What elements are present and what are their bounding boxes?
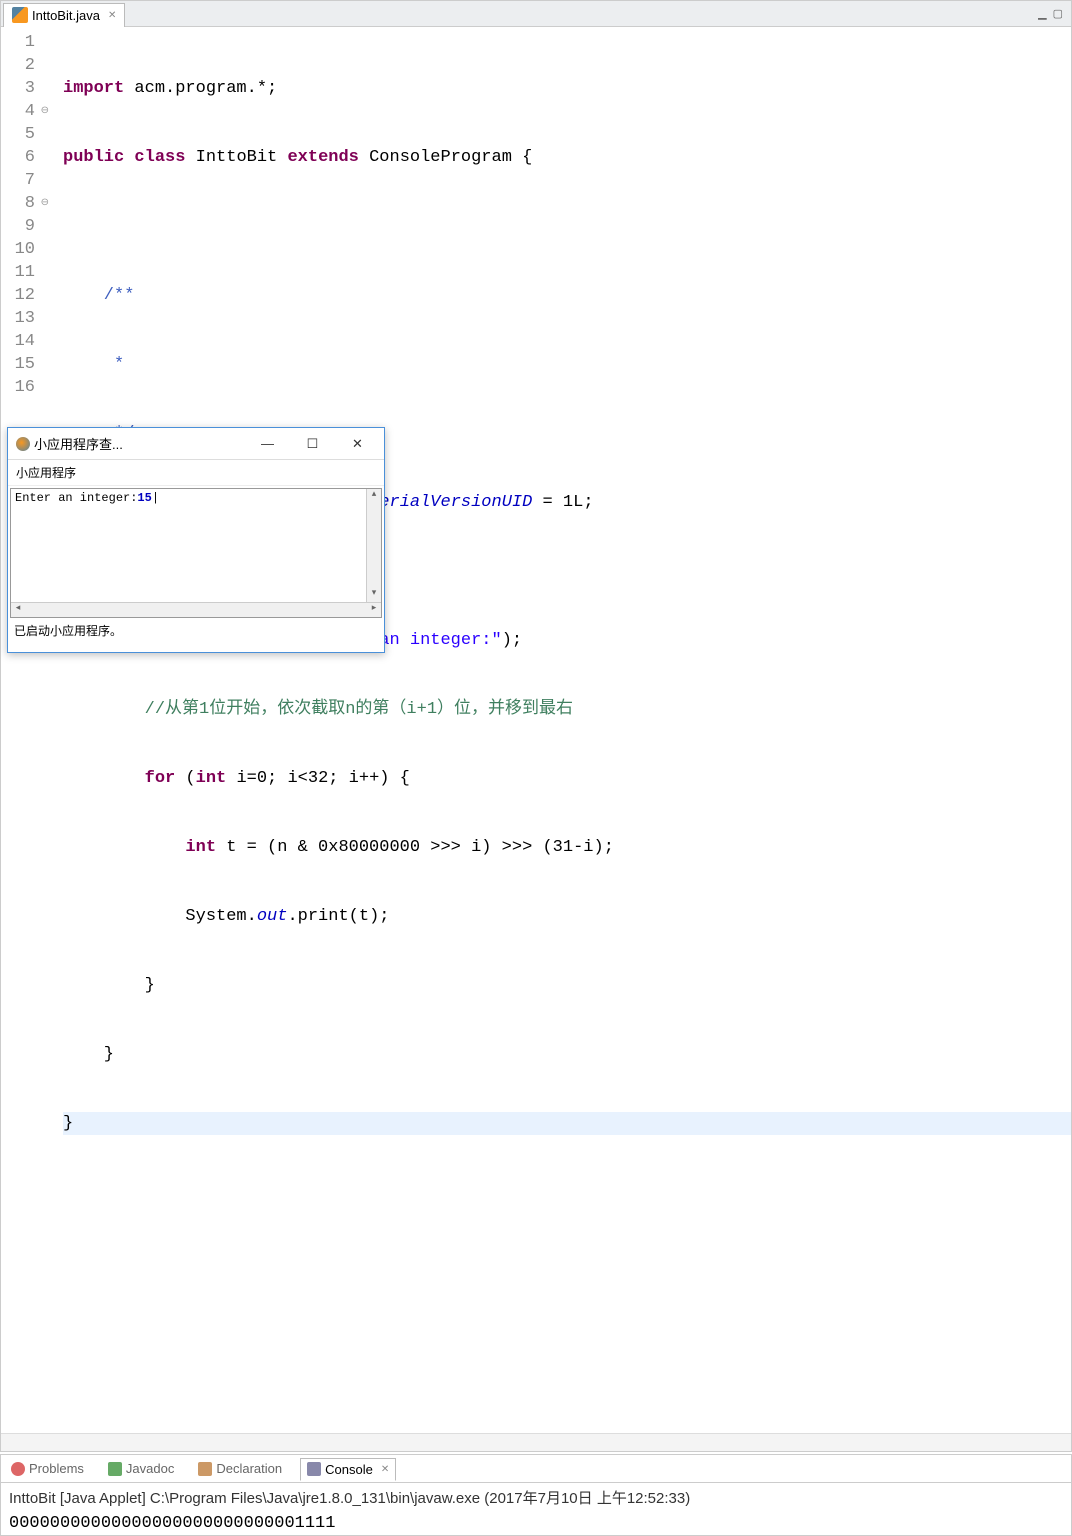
applet-status: 已启动小应用程序。 <box>8 620 384 641</box>
minimize-icon[interactable]: ▁ <box>1038 7 1046 20</box>
applet-window-controls: — ☐ ✕ <box>245 430 380 458</box>
applet-window[interactable]: 小应用程序查... — ☐ ✕ 小应用程序 Enter an integer:1… <box>7 427 385 653</box>
console-icon <box>307 1462 321 1476</box>
java-cup-icon <box>16 437 30 451</box>
minimize-button[interactable]: — <box>245 430 290 458</box>
maximize-icon[interactable]: ▢ <box>1053 7 1063 20</box>
scroll-left-icon[interactable]: ◂ <box>11 603 25 617</box>
applet-menu[interactable]: 小应用程序 <box>8 460 384 486</box>
applet-titlebar[interactable]: 小应用程序查... — ☐ ✕ <box>8 428 384 460</box>
scrollbar-vertical[interactable]: ▴ ▾ <box>366 489 381 602</box>
scroll-down-icon[interactable]: ▾ <box>367 588 381 602</box>
applet-prompt: Enter an integer: <box>15 491 137 505</box>
problems-icon <box>11 1462 25 1476</box>
applet-input-value[interactable]: 15 <box>137 491 151 505</box>
editor-scrollbar-horizontal[interactable] <box>1 1433 1071 1451</box>
tab-declaration[interactable]: Declaration <box>192 1458 288 1479</box>
console-launch-info: InttoBit [Java Applet] C:\Program Files\… <box>1 1483 1071 1512</box>
close-icon[interactable]: ✕ <box>381 1464 389 1475</box>
javadoc-icon <box>108 1462 122 1476</box>
editor-tab-inttobit[interactable]: InttoBit.java ✕ <box>3 3 125 27</box>
bottom-pane: Problems Javadoc Declaration Console ✕ I… <box>0 1454 1072 1536</box>
editor-tab-label: InttoBit.java <box>32 8 100 23</box>
scrollbar-horizontal[interactable]: ◂ ▸ <box>11 602 381 617</box>
editor-pane: InttoBit.java ✕ ▁ ▢ 1 2 3 4 5 6 7 8 9 10… <box>0 0 1072 1452</box>
console-output[interactable]: 00000000000000000000000000001111 <box>1 1512 1071 1535</box>
tab-console[interactable]: Console ✕ <box>300 1458 396 1481</box>
java-file-icon <box>12 7 28 23</box>
applet-title: 小应用程序查... <box>34 434 123 453</box>
maximize-button[interactable]: ☐ <box>290 430 335 458</box>
scroll-right-icon[interactable]: ▸ <box>367 603 381 617</box>
tab-javadoc[interactable]: Javadoc <box>102 1458 180 1479</box>
declaration-icon <box>198 1462 212 1476</box>
applet-body[interactable]: Enter an integer:15| ▴ ▾ ◂ ▸ <box>10 488 382 618</box>
editor-tab-row: InttoBit.java ✕ ▁ ▢ <box>1 1 1071 27</box>
tab-problems[interactable]: Problems <box>5 1458 90 1479</box>
scroll-up-icon[interactable]: ▴ <box>367 489 381 503</box>
editor-window-controls: ▁ ▢ <box>1038 7 1071 20</box>
close-icon[interactable]: ✕ <box>108 10 116 21</box>
bottom-tabs: Problems Javadoc Declaration Console ✕ <box>1 1455 1071 1483</box>
close-button[interactable]: ✕ <box>335 430 380 458</box>
